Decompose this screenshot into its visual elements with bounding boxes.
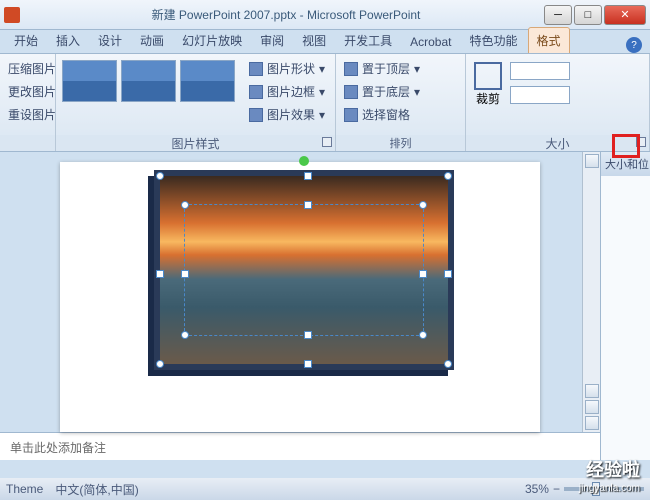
zoom-out-button[interactable]: − [553, 482, 560, 496]
tab-developer[interactable]: 开发工具 [336, 28, 400, 53]
pane-icon [344, 108, 358, 122]
watermark-brand: 经验啦 [586, 456, 640, 482]
help-icon[interactable]: ? [626, 37, 642, 53]
resize-handle-w[interactable] [156, 270, 164, 278]
annotation-highlight [612, 134, 640, 158]
notes-pane[interactable]: 单击此处添加备注 [0, 432, 600, 460]
inner-handle[interactable] [304, 201, 312, 209]
window-title: 新建 PowerPoint 2007.pptx - Microsoft Powe… [28, 6, 544, 23]
size-position-panel: 大小和位 [600, 152, 650, 460]
selection-pane-button[interactable]: 选择窗格 [340, 104, 424, 125]
picture-style-thumb[interactable] [121, 60, 176, 102]
scroll-up-button[interactable] [585, 154, 599, 168]
height-input[interactable] [510, 62, 570, 80]
workspace: 单击此处添加备注 大小和位 [0, 152, 650, 460]
tab-animation[interactable]: 动画 [132, 28, 172, 53]
prev-slide-button[interactable] [585, 400, 599, 414]
watermark-url: jingyanla.com [579, 483, 640, 494]
ribbon: 压缩图片 更改图片 重设图片 图片形状 ▾ 图片边框 ▾ 图片效果 ▾ 图片样式 [0, 54, 650, 152]
inner-handle[interactable] [419, 331, 427, 339]
inner-handle[interactable] [419, 201, 427, 209]
tab-design[interactable]: 设计 [90, 28, 130, 53]
resize-handle-se[interactable] [444, 360, 452, 368]
picture-shape-button[interactable]: 图片形状 ▾ [245, 58, 329, 79]
group-arrange-label: 排列 [336, 135, 465, 151]
reset-picture-button[interactable]: 重设图片 [4, 104, 60, 125]
resize-handle-s[interactable] [304, 360, 312, 368]
rotate-handle[interactable] [299, 156, 309, 166]
group-styles-label: 图片样式 [56, 135, 335, 151]
crop-icon [474, 62, 502, 90]
inner-handle[interactable] [181, 201, 189, 209]
inner-handle[interactable] [181, 270, 189, 278]
resize-handle-n[interactable] [304, 172, 312, 180]
picture-border-button[interactable]: 图片边框 ▾ [245, 81, 329, 102]
tab-acrobat[interactable]: Acrobat [402, 31, 459, 53]
status-language[interactable]: 中文(简体,中国) [55, 481, 138, 498]
vertical-scrollbar[interactable] [582, 152, 600, 432]
width-input[interactable] [510, 86, 570, 104]
resize-handle-nw[interactable] [156, 172, 164, 180]
change-picture-button[interactable]: 更改图片 [4, 81, 60, 102]
picture-style-thumb[interactable] [180, 60, 235, 102]
tab-format[interactable]: 格式 [528, 27, 570, 53]
next-slide-button[interactable] [585, 416, 599, 430]
inner-handle[interactable] [304, 331, 312, 339]
resize-handle-ne[interactable] [444, 172, 452, 180]
tab-insert[interactable]: 插入 [48, 28, 88, 53]
group-adjust-label [0, 135, 55, 151]
maximize-button[interactable]: □ [574, 5, 602, 25]
zoom-level[interactable]: 35% [525, 482, 549, 496]
picture-style-thumb[interactable] [62, 60, 117, 102]
status-theme: Theme [6, 482, 43, 496]
front-icon [344, 62, 358, 76]
slide-canvas[interactable] [0, 152, 600, 432]
crop-button[interactable]: 裁剪 [470, 58, 506, 111]
ribbon-tabs: 开始 插入 设计 动画 幻灯片放映 审阅 视图 开发工具 Acrobat 特色功… [0, 30, 650, 54]
tab-view[interactable]: 视图 [294, 28, 334, 53]
compress-picture-button[interactable]: 压缩图片 [4, 58, 60, 79]
tab-slideshow[interactable]: 幻灯片放映 [174, 28, 250, 53]
picture-effects-button[interactable]: 图片效果 ▾ [245, 104, 329, 125]
border-icon [249, 85, 263, 99]
inner-handle[interactable] [419, 270, 427, 278]
scroll-down-button[interactable] [585, 384, 599, 398]
styles-dialog-launcher[interactable] [322, 137, 332, 147]
tab-home[interactable]: 开始 [6, 28, 46, 53]
inner-selection[interactable] [184, 204, 424, 336]
minimize-button[interactable]: ─ [544, 5, 572, 25]
send-back-button[interactable]: 置于底层 ▾ [340, 81, 424, 102]
inserted-image[interactable] [154, 170, 454, 370]
close-button[interactable]: ✕ [604, 5, 646, 25]
tab-review[interactable]: 审阅 [252, 28, 292, 53]
panel-content[interactable] [601, 176, 650, 180]
slide[interactable] [60, 162, 540, 432]
back-icon [344, 85, 358, 99]
inner-handle[interactable] [181, 331, 189, 339]
status-bar: Theme 中文(简体,中国) 35% − [0, 478, 650, 500]
title-bar: 新建 PowerPoint 2007.pptx - Microsoft Powe… [0, 0, 650, 30]
shape-icon [249, 62, 263, 76]
bring-front-button[interactable]: 置于顶层 ▾ [340, 58, 424, 79]
tab-special[interactable]: 特色功能 [461, 28, 525, 53]
effects-icon [249, 108, 263, 122]
resize-handle-e[interactable] [444, 270, 452, 278]
app-logo-icon [4, 7, 20, 23]
resize-handle-sw[interactable] [156, 360, 164, 368]
